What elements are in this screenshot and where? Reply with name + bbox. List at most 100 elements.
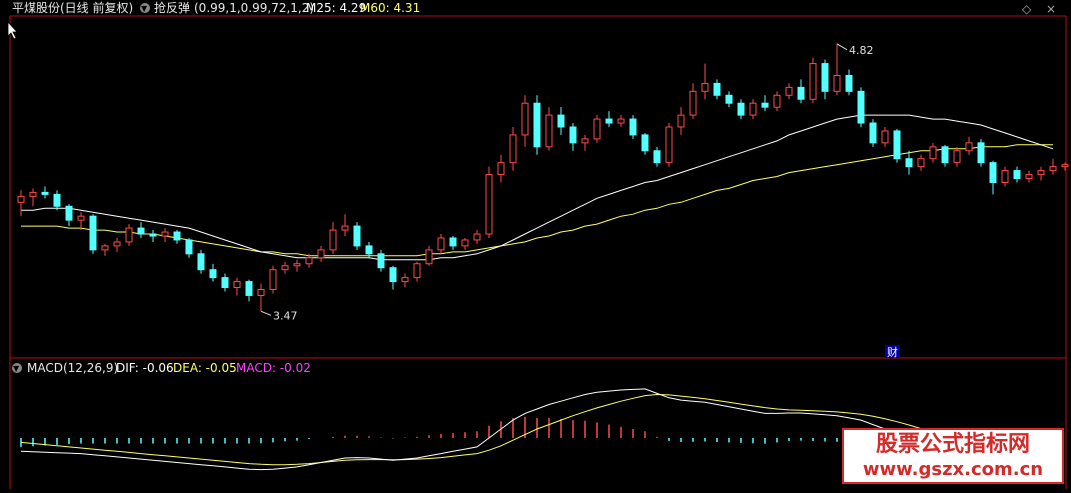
- chevron-down-icon: ▼: [141, 4, 148, 13]
- candle-body: [101, 245, 109, 251]
- dif-legend: DIF: -0.06: [116, 361, 174, 375]
- candle-body: [677, 114, 685, 128]
- candle-body: [1013, 170, 1021, 180]
- candle-body: [485, 174, 493, 235]
- candle-body: [761, 102, 769, 108]
- m25-legend: M25: 4.29: [306, 1, 366, 15]
- candle-body: [281, 265, 289, 271]
- candle-body: [173, 231, 181, 241]
- candle-body: [413, 263, 421, 279]
- macd-label: MACD(12,26,9): [27, 361, 118, 375]
- candle-body: [929, 146, 937, 160]
- candle-body: [737, 102, 745, 116]
- candle-body: [425, 249, 433, 265]
- indicator-params: (0.99,1,0.99,72,1,2): [194, 1, 314, 15]
- candle-body: [113, 241, 121, 247]
- candle-body: [137, 227, 145, 235]
- indicator-name: 抢反弹: [154, 0, 190, 15]
- candle-body: [977, 142, 985, 164]
- candle-body: [305, 257, 313, 265]
- candle-body: [869, 122, 877, 144]
- candle-body: [269, 269, 277, 291]
- candle-body: [377, 253, 385, 269]
- candle-body: [965, 142, 973, 152]
- candle-body: [149, 233, 157, 237]
- candle-body: [1025, 174, 1033, 180]
- candle-body: [725, 94, 733, 104]
- finance-marker-label: 财: [887, 345, 898, 359]
- candle-body: [857, 90, 865, 124]
- candle-body: [533, 102, 541, 148]
- candle-body: [653, 150, 661, 164]
- candle-body: [497, 162, 505, 176]
- price-annotation-label: 3.47: [273, 309, 298, 322]
- candle-body: [593, 118, 601, 140]
- candle-body: [161, 231, 169, 237]
- m60-legend: M60: 4.31: [360, 1, 420, 15]
- candle-body: [389, 267, 397, 283]
- candle-body: [917, 158, 925, 168]
- candle-body: [41, 191, 49, 195]
- price-annotation-label: 4.82: [849, 44, 874, 57]
- candle-body: [617, 118, 625, 124]
- candle-body: [329, 229, 337, 251]
- candle-body: [641, 134, 649, 152]
- candle: [197, 249, 205, 274]
- candle: [353, 222, 361, 250]
- watermark-logo: 股票公式指标网 www.gszx.com.cn: [842, 428, 1064, 484]
- candle-body: [29, 191, 37, 197]
- candle-body: [893, 130, 901, 160]
- candle-body: [881, 130, 889, 144]
- candle-body: [521, 102, 529, 136]
- candle-body: [125, 227, 133, 243]
- candle-body: [989, 162, 997, 183]
- candle-body: [1037, 170, 1045, 176]
- close-icon[interactable]: ×: [1046, 2, 1056, 16]
- chart-background: [0, 0, 1071, 489]
- candle-body: [749, 102, 757, 116]
- dea-legend: DEA: -0.05: [173, 361, 237, 375]
- candle-body: [365, 245, 373, 255]
- candle-body: [341, 225, 349, 231]
- candle-body: [53, 193, 61, 207]
- candle-body: [581, 138, 589, 144]
- candle-body: [845, 74, 853, 92]
- candle-body: [953, 150, 961, 164]
- candle-body: [317, 249, 325, 259]
- candle-body: [65, 205, 73, 221]
- candle: [269, 265, 277, 294]
- candle-body: [509, 134, 517, 164]
- candle-body: [1001, 170, 1009, 183]
- candle-body: [473, 233, 481, 241]
- collapse-icon[interactable]: ◇: [1022, 2, 1032, 16]
- candle-body: [713, 82, 721, 96]
- candle: [977, 138, 985, 167]
- candle: [593, 115, 601, 143]
- candle-body: [905, 158, 913, 168]
- candle-body: [809, 63, 817, 100]
- candle-body: [245, 281, 253, 296]
- candle-body: [545, 114, 553, 148]
- candle-body: [665, 126, 673, 164]
- candle-body: [629, 118, 637, 136]
- candle: [533, 95, 541, 155]
- candle-body: [233, 281, 241, 289]
- candle-body: [785, 86, 793, 96]
- candle-body: [773, 94, 781, 108]
- chart-canvas: 平煤股份(日线 前复权) ▼ 抢反弹 (0.99,1,0.99,72,1,2) …: [0, 0, 1071, 489]
- macd-value-legend: MACD: -0.02: [236, 361, 311, 375]
- candle-body: [701, 82, 709, 92]
- candle-body: [1049, 166, 1057, 172]
- candle-body: [293, 263, 301, 267]
- candle: [809, 57, 817, 104]
- candle-body: [689, 90, 697, 116]
- watermark-url: www.gszx.com.cn: [862, 459, 1044, 480]
- candle-body: [353, 225, 361, 247]
- candle: [869, 119, 877, 147]
- candle-body: [209, 269, 217, 279]
- candle-body: [185, 239, 193, 255]
- candle: [665, 123, 673, 167]
- candle-body: [557, 114, 565, 128]
- candle-body: [797, 86, 805, 100]
- candle-body: [569, 126, 577, 144]
